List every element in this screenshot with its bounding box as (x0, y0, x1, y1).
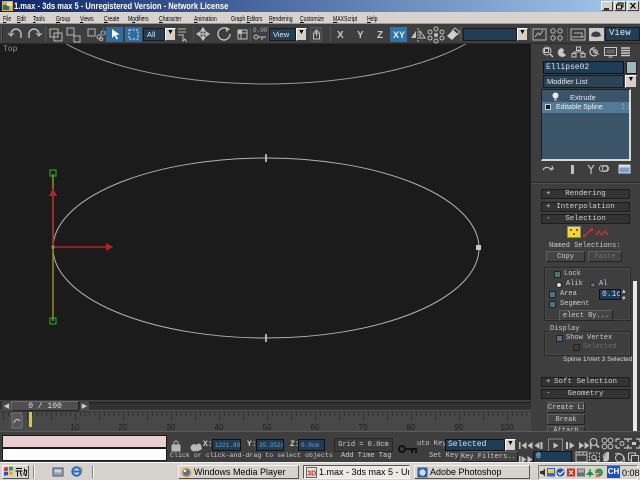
svg-text:20: 20 (119, 423, 128, 431)
svg-text:0.00: 0.00 (253, 27, 268, 34)
svg-text:X: X (337, 30, 344, 41)
svg-text:90: 90 (455, 423, 464, 431)
svg-text:10: 10 (71, 423, 80, 431)
svg-text:80: 80 (407, 423, 416, 431)
svg-text:40: 40 (215, 423, 224, 431)
svg-text:3D: 3D (307, 470, 316, 477)
svg-text:100: 100 (500, 423, 514, 431)
svg-text:Y: Y (357, 30, 364, 41)
svg-text:XY: XY (393, 30, 405, 40)
svg-text:60: 60 (311, 423, 320, 431)
svg-text:70: 70 (359, 423, 368, 431)
svg-text:50: 50 (263, 423, 272, 431)
svg-text:Z: Z (377, 30, 383, 41)
svg-text:30: 30 (167, 423, 176, 431)
